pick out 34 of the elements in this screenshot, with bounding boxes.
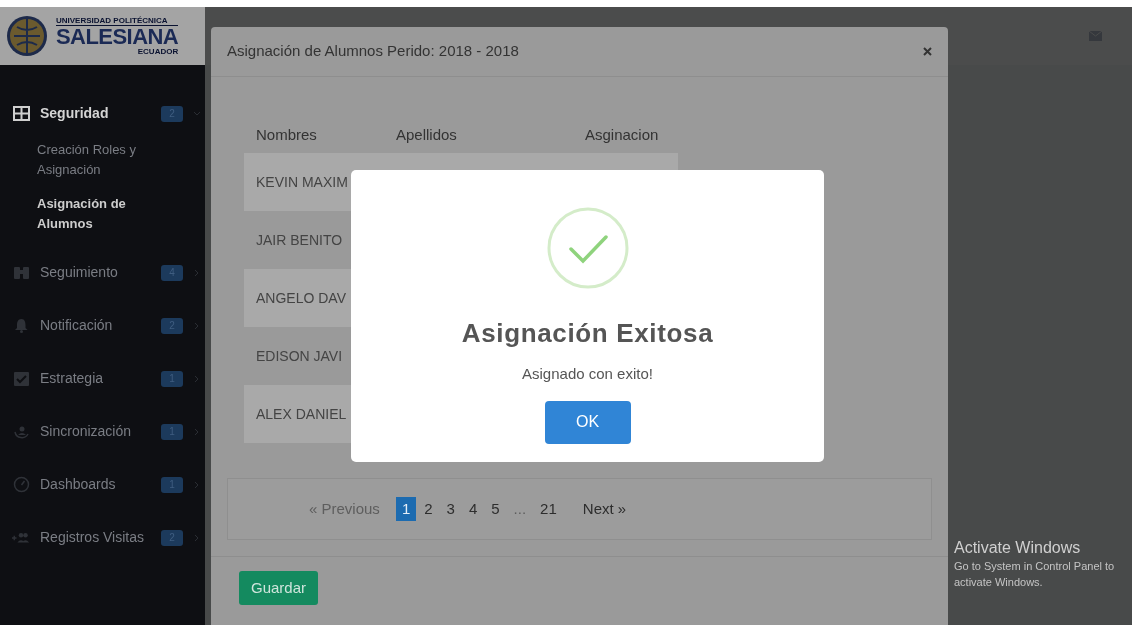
table-cell: KEVIN MAXIM [256,174,348,190]
pagination-link[interactable]: 4 [462,497,484,521]
table-cell: ALEX DANIEL [256,406,347,422]
gauge-icon [12,476,30,493]
close-icon[interactable] [923,47,932,56]
column-header: Nombres [256,126,317,143]
alert-message: Asignado con exito! [522,364,653,384]
logo-subtitle: UNIVERSIDAD POLITÉCNICA [56,16,179,26]
table-cell: JAIR BENITO [256,232,343,248]
submenu-item[interactable]: Creación Roles y Asignación [37,140,175,180]
grid-icon [12,106,30,121]
os-activation-notice: Activate Windows Go to System in Control Panel to activate Windows. [954,538,1116,590]
check-clipboard-icon [12,371,30,386]
modal-title: Asignación de Alumnos Perido: 2018 - 2018 [227,41,519,62]
pagination-link[interactable]: 21 [534,497,563,521]
column-header: Asginacion [585,126,659,143]
ok-button[interactable]: OK [544,400,631,444]
pagination-link[interactable]: 2 [418,497,439,521]
table-cell: ANGELO DAV [256,290,346,306]
pagination-link[interactable]: 3 [440,497,461,521]
save-button[interactable]: Guardar [239,571,319,605]
success-check-icon [546,207,629,289]
pagination-link[interactable]: 5 [485,497,506,521]
column-header: Apellidos [396,126,457,143]
pagination-link[interactable]: 1 [395,497,417,521]
alert-title: Asignación Exitosa [461,317,714,350]
pagination-link[interactable]: Next » [576,497,633,521]
submenu-item[interactable]: Asignación de Alumnos [37,194,175,234]
logo-name: SALESIANA [56,25,179,48]
pagination-ellipsis: ... [512,498,528,519]
table-cell: EDISON JAVI [256,348,343,364]
add-users-icon [12,530,30,545]
globe-emblem-icon [6,15,48,57]
logo-country: ECUADOR [137,47,179,56]
